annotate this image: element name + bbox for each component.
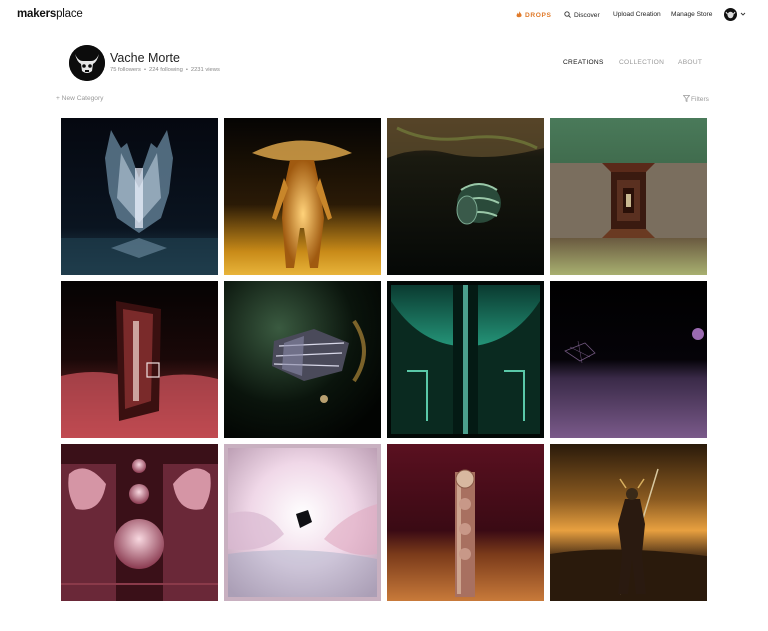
makersplace-logo[interactable]: makersplace [17, 8, 83, 20]
artwork-thumbnail [224, 281, 381, 438]
creation-tile[interactable] [387, 444, 544, 601]
user-avatar[interactable] [724, 8, 737, 21]
creation-tile[interactable] [224, 118, 381, 275]
filters-button[interactable]: Filters [682, 95, 709, 103]
creation-tile[interactable] [550, 118, 707, 275]
creation-tile[interactable] [61, 281, 218, 438]
tab-collection[interactable]: COLLECTION [619, 59, 664, 66]
artwork-thumbnail [224, 118, 381, 275]
search-icon [564, 11, 571, 18]
creation-tile[interactable] [224, 281, 381, 438]
bull-skull-icon [69, 45, 105, 81]
artwork-thumbnail [550, 281, 707, 438]
following-count[interactable]: 224 following [149, 67, 183, 73]
profile-name: Vache Morte [110, 51, 180, 65]
filter-icon [682, 95, 691, 103]
creation-tile[interactable] [550, 444, 707, 601]
creation-tile[interactable] [387, 118, 544, 275]
drops-link[interactable]: DROPS [516, 11, 551, 19]
tab-creations[interactable]: CREATIONS [563, 59, 604, 66]
artwork-thumbnail [61, 118, 218, 275]
artwork-thumbnail [387, 281, 544, 438]
top-nav: makersplace DROPS Discover Upload Creati… [0, 0, 768, 30]
manage-store-link[interactable]: Manage Store [671, 11, 712, 18]
artwork-thumbnail [550, 444, 707, 601]
new-category-button[interactable]: + New Category [56, 95, 103, 102]
followers-count[interactable]: 75 followers [110, 67, 141, 73]
creations-grid [61, 118, 707, 601]
creation-tile[interactable] [387, 281, 544, 438]
creation-tile[interactable] [550, 281, 707, 438]
upload-creation-link[interactable]: Upload Creation [613, 11, 661, 18]
artwork-thumbnail [61, 444, 218, 601]
artwork-thumbnail [550, 118, 707, 275]
creation-tile[interactable] [61, 444, 218, 601]
artwork-thumbnail [387, 444, 544, 601]
profile-stats: 75 followers • 224 following • 2231 views [110, 67, 220, 73]
views-count: 2231 views [190, 67, 220, 73]
tab-about[interactable]: ABOUT [678, 59, 702, 66]
profile-avatar[interactable] [69, 45, 105, 81]
creation-tile[interactable] [61, 118, 218, 275]
discover-link[interactable]: Discover [564, 11, 600, 19]
artwork-thumbnail [61, 281, 218, 438]
artwork-thumbnail [224, 444, 381, 601]
flame-icon [516, 11, 522, 18]
skull-icon [725, 11, 736, 19]
creation-tile[interactable] [224, 444, 381, 601]
artwork-thumbnail [387, 118, 544, 275]
chevron-down-icon[interactable] [740, 11, 746, 17]
